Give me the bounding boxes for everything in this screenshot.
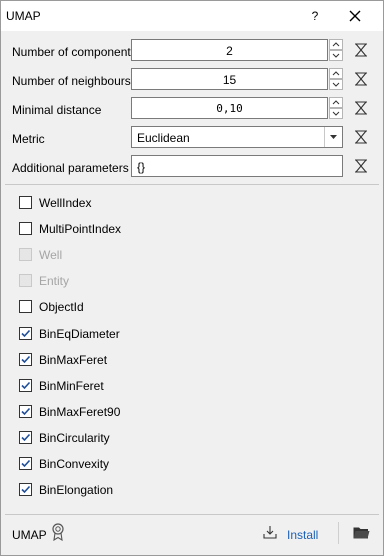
n-components-spinner[interactable] bbox=[329, 39, 343, 61]
metric-label: Metric bbox=[12, 132, 45, 146]
divider bbox=[338, 522, 339, 544]
checkbox-checked[interactable] bbox=[19, 483, 32, 496]
reset-icon[interactable] bbox=[354, 159, 368, 173]
checkmark-icon bbox=[21, 407, 31, 416]
min-distance-value: 0,10 bbox=[216, 102, 243, 115]
reset-icon[interactable] bbox=[354, 130, 368, 144]
min-distance-label: Minimal distance bbox=[12, 103, 102, 117]
checkbox-checked[interactable] bbox=[19, 353, 32, 366]
window-title: UMAP bbox=[6, 9, 41, 23]
badge-icon bbox=[52, 523, 64, 541]
spin-up-icon[interactable] bbox=[329, 68, 343, 79]
help-button[interactable]: ? bbox=[305, 1, 325, 31]
additional-params-label: Additional parameters bbox=[12, 161, 129, 175]
n-components-value: 2 bbox=[226, 44, 233, 58]
metric-value: Euclidean bbox=[137, 131, 190, 145]
spin-up-icon[interactable] bbox=[329, 97, 343, 108]
min-distance-input[interactable]: 0,10 bbox=[131, 97, 328, 119]
feature-label: BinEqDiameter bbox=[39, 327, 120, 341]
checkbox-checked[interactable] bbox=[19, 405, 32, 418]
n-components-input[interactable]: 2 bbox=[131, 39, 328, 61]
feature-label: BinMaxFeret bbox=[39, 353, 108, 367]
spin-down-icon[interactable] bbox=[329, 50, 343, 61]
checkmark-icon bbox=[21, 433, 31, 442]
checkbox-checked[interactable] bbox=[19, 379, 32, 392]
install-button[interactable]: Install bbox=[287, 528, 318, 542]
feature-label: ObjectId bbox=[39, 300, 84, 314]
feature-label: BinElongation bbox=[39, 483, 114, 497]
checkbox[interactable] bbox=[19, 196, 32, 209]
spin-down-icon[interactable] bbox=[329, 108, 343, 119]
checkbox bbox=[19, 248, 32, 261]
n-neighbours-value: 15 bbox=[222, 73, 237, 87]
spin-down-icon[interactable] bbox=[329, 79, 343, 90]
checkbox-checked[interactable] bbox=[19, 457, 32, 470]
feature-label: MultiPointIndex bbox=[39, 222, 122, 236]
n-neighbours-input[interactable]: 15 bbox=[131, 68, 328, 90]
min-distance-spinner[interactable] bbox=[329, 97, 343, 119]
spin-up-icon[interactable] bbox=[329, 39, 343, 50]
feature-label: Well bbox=[39, 248, 63, 262]
title-bar: UMAP ? bbox=[1, 1, 383, 31]
close-icon[interactable] bbox=[345, 6, 365, 26]
checkbox[interactable] bbox=[19, 222, 32, 235]
checkbox-checked[interactable] bbox=[19, 431, 32, 444]
reset-icon[interactable] bbox=[354, 72, 368, 86]
n-neighbours-label: Number of neighbours bbox=[12, 74, 131, 88]
checkmark-icon bbox=[21, 459, 31, 468]
feature-label: Entity bbox=[39, 274, 70, 288]
checkbox[interactable] bbox=[19, 300, 32, 313]
feature-label: BinMaxFeret90 bbox=[39, 405, 121, 419]
checkmark-icon bbox=[21, 329, 31, 338]
feature-label: BinConvexity bbox=[39, 457, 110, 471]
divider bbox=[5, 514, 379, 515]
reset-icon[interactable] bbox=[354, 43, 368, 57]
n-components-label: Number of components bbox=[12, 45, 137, 59]
feature-label: BinMinFeret bbox=[39, 379, 104, 393]
checkmark-icon bbox=[21, 381, 31, 390]
reset-icon[interactable] bbox=[354, 101, 368, 115]
additional-params-input[interactable]: {} bbox=[131, 155, 343, 177]
checkmark-icon bbox=[21, 485, 31, 494]
chevron-down-icon[interactable] bbox=[324, 127, 342, 147]
checkbox bbox=[19, 274, 32, 287]
checkbox-checked[interactable] bbox=[19, 327, 32, 340]
feature-label: WellIndex bbox=[39, 196, 92, 210]
download-icon[interactable] bbox=[263, 525, 277, 539]
plugin-name: UMAP bbox=[12, 528, 47, 542]
folder-icon[interactable] bbox=[353, 526, 370, 539]
checkmark-icon bbox=[21, 355, 31, 364]
umap-dialog: UMAP ? Number of components 2 Number of … bbox=[0, 0, 384, 556]
feature-label: BinCircularity bbox=[39, 431, 110, 445]
metric-select[interactable]: Euclidean bbox=[131, 126, 343, 148]
additional-params-value: {} bbox=[137, 160, 146, 174]
divider bbox=[5, 184, 379, 185]
n-neighbours-spinner[interactable] bbox=[329, 68, 343, 90]
